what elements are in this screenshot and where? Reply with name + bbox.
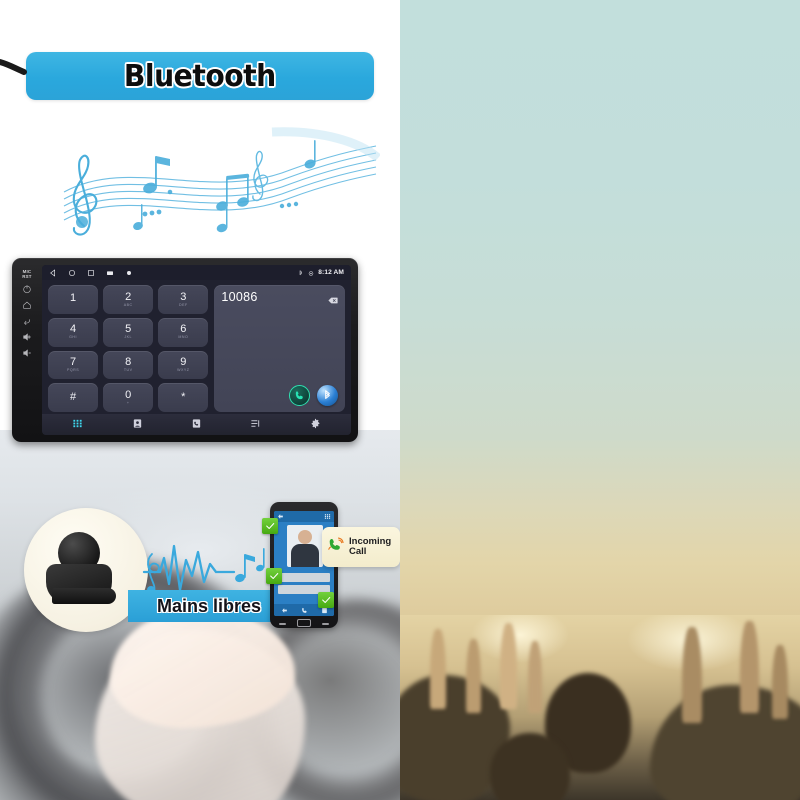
key-digit: 5	[125, 323, 132, 336]
avatar-body	[291, 544, 319, 567]
key-sub: ABC	[123, 302, 133, 307]
key-digit: 0	[125, 388, 132, 401]
bluetooth-nav-bar	[42, 414, 351, 435]
key-digit: #	[70, 390, 77, 403]
avatar-head	[298, 530, 312, 544]
bluetooth-button[interactable]	[317, 385, 338, 406]
dialpad-key[interactable]: 8 TUV	[103, 350, 154, 380]
dialpad-key[interactable]: 9 WXYZ	[158, 350, 209, 380]
key-sub: JKL	[124, 335, 133, 340]
volume-down-icon[interactable]	[21, 347, 33, 359]
key-digit: 6	[180, 323, 187, 336]
key-sub: GHI	[69, 335, 77, 340]
call-log-icon[interactable]	[191, 416, 202, 434]
incoming-call-line1: Incoming	[349, 535, 392, 547]
dialpad-key[interactable]: 0 +	[103, 383, 154, 412]
mains-libres-pill: Mains libres	[128, 590, 290, 622]
microphone-clip-base	[52, 588, 116, 604]
fm-radio-panel: FM Radio MICRST	[400, 0, 800, 800]
list-item	[278, 573, 330, 582]
dialpad-key[interactable]: 3 DEF	[158, 285, 209, 314]
dialed-number: 10086	[221, 290, 258, 304]
mains-libres-label: Mains libres	[156, 595, 262, 616]
key-digit: 3	[180, 290, 187, 303]
key-digit: 4	[70, 323, 77, 336]
incoming-call-bubble: Incoming Call	[322, 527, 400, 567]
dialpad-key[interactable]: #	[48, 383, 99, 412]
phone-back-small-icon	[281, 607, 287, 613]
phone-app-bar	[274, 511, 334, 522]
key-digit: 2	[125, 290, 132, 303]
playlist-icon[interactable]	[250, 416, 261, 434]
volume-up-icon[interactable]	[21, 331, 33, 343]
head-unit-side-buttons: MIC RST	[12, 265, 42, 435]
key-digit: 9	[180, 356, 187, 369]
incoming-call-line2: Call	[349, 546, 367, 557]
concert-crowd-photo	[400, 615, 800, 800]
dialpad-key[interactable]: 6 MNO	[158, 317, 209, 347]
key-sub: PQRS	[66, 368, 80, 373]
phone-back-icon	[278, 514, 283, 519]
dialpad-keys: 1 2 ABC 3 DEF 4 GHI 5 JKL 6 MNO 7 PQRS 8 TUV 9W…	[48, 285, 209, 412]
key-digit: *	[181, 390, 186, 403]
dialpad-icon[interactable]	[72, 416, 83, 434]
call-button[interactable]	[289, 385, 310, 406]
dialpad-key[interactable]: 7 PQRS	[48, 350, 99, 380]
power-icon[interactable]	[21, 283, 33, 295]
dialpad-key[interactable]: *	[158, 383, 209, 412]
android-status-bar: 8:12 AM	[42, 265, 351, 280]
contacts-icon[interactable]	[132, 416, 143, 434]
key-sub: WXYZ	[177, 368, 190, 373]
bluetooth-screen: 8:12 AM 1 2 ABC 3 DEF 4 GHI 5 JKL 6 MNO 7 PQRS…	[42, 265, 351, 435]
settings-icon[interactable]	[310, 416, 321, 434]
key-sub: +	[126, 400, 130, 405]
check-badge	[266, 568, 282, 584]
dialpad-key[interactable]: 5 JKL	[103, 317, 154, 347]
dialer-actions	[289, 385, 338, 406]
phone-list-rows	[278, 573, 330, 594]
phone-back-key	[322, 623, 329, 625]
mic-rst-label: MIC RST	[22, 269, 32, 280]
check-badge	[262, 518, 278, 534]
ringing-phone-icon	[327, 536, 345, 559]
promo-banner: Bluetooth MIC RST 8:12 AM 1 2 ABC 3 DEF …	[0, 0, 800, 800]
incoming-call-text: Incoming Call	[349, 535, 392, 558]
back-icon[interactable]	[21, 315, 33, 327]
bluetooth-title-pill: Bluetooth	[26, 52, 374, 100]
dialed-number-display[interactable]: 10086	[214, 285, 345, 412]
backspace-icon[interactable]	[328, 291, 338, 304]
phone-menu-key	[279, 623, 286, 625]
check-badge	[318, 592, 334, 608]
fm-background-mid	[400, 440, 800, 630]
dialpad-key[interactable]: 2 ABC	[103, 285, 154, 314]
home-icon[interactable]	[21, 299, 33, 311]
dialpad-key[interactable]: 1	[48, 285, 99, 314]
music-staff-illustration	[63, 127, 380, 236]
key-sub: TUV	[123, 368, 133, 373]
phone-call-small-icon	[301, 607, 307, 613]
bluetooth-title-text: Bluetooth	[124, 58, 276, 94]
dialpad-key[interactable]: 4 GHI	[48, 317, 99, 347]
microphone-cable	[0, 58, 27, 75]
key-digit: 1	[70, 292, 77, 305]
fm-background-top	[400, 0, 800, 450]
status-bar-time: 8:12 AM	[318, 269, 344, 276]
phone-keypad-icon	[324, 514, 331, 519]
key-digit: 7	[70, 356, 77, 369]
key-sub: DEF	[178, 302, 188, 307]
phone-home-key	[297, 619, 311, 627]
caller-avatar	[287, 525, 323, 567]
dialer: 1 2 ABC 3 DEF 4 GHI 5 JKL 6 MNO 7 PQRS 8 TUV 9W…	[42, 280, 351, 414]
bluetooth-head-unit: MIC RST 8:12 AM 1 2 ABC 3 DEF 4 GHI 5 JK…	[12, 258, 358, 442]
bluetooth-panel: Bluetooth MIC RST 8:12 AM 1 2 ABC 3 DEF …	[0, 0, 400, 800]
key-sub: MNO	[178, 335, 189, 340]
key-digit: 8	[125, 356, 132, 369]
